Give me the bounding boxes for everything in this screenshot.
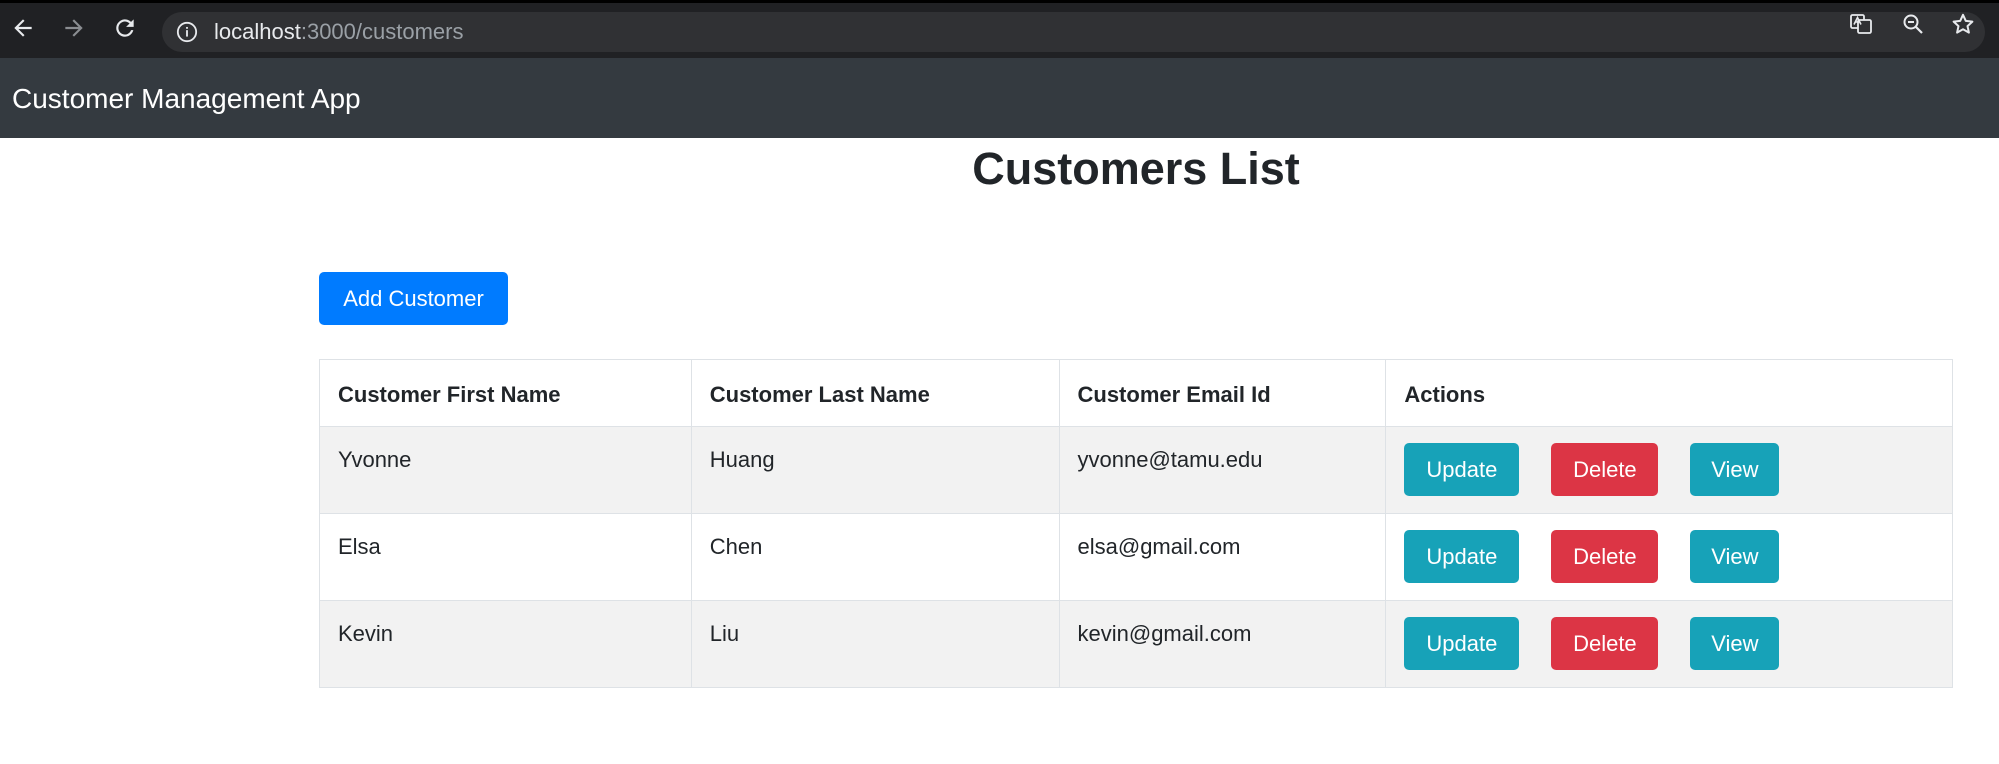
cell-email: yvonne@tamu.edu — [1058, 426, 1387, 514]
table-row: Elsa Chen elsa@gmail.com Update Delete Vie… — [319, 513, 1953, 601]
delete-button[interactable]: Delete — [1551, 443, 1659, 496]
update-button[interactable]: Update — [1404, 443, 1520, 496]
update-button[interactable]: Update — [1404, 530, 1520, 583]
update-button[interactable]: Update — [1404, 617, 1520, 670]
cell-last-name: Chen — [690, 513, 1060, 601]
view-button[interactable]: View — [1690, 530, 1780, 583]
address-bar[interactable]: localhost:3000/customers — [162, 12, 1985, 52]
forward-icon[interactable] — [59, 13, 89, 43]
table-header-row: Customer First Name Customer Last Name C… — [319, 359, 1953, 427]
translate-icon[interactable] — [1849, 12, 1873, 36]
app-navbar: Customer Management App — [0, 58, 1999, 138]
zoom-icon[interactable] — [1901, 12, 1925, 36]
cell-email: elsa@gmail.com — [1058, 513, 1387, 601]
table-row: Yvonne Huang yvonne@tamu.edu Update Delet… — [319, 426, 1953, 514]
cell-actions: Update Delete View — [1385, 426, 1953, 514]
header-actions: Actions — [1385, 359, 1953, 427]
navbar-brand[interactable]: Customer Management App — [12, 84, 361, 114]
url-text: localhost:3000/customers — [214, 21, 463, 43]
table-row: Kevin Liu kevin@gmail.com Update Delete Vi… — [319, 600, 1953, 688]
delete-button[interactable]: Delete — [1551, 530, 1659, 583]
back-icon[interactable] — [8, 13, 38, 43]
cell-first-name: Yvonne — [319, 426, 692, 514]
cell-email: kevin@gmail.com — [1058, 600, 1387, 688]
cell-last-name: Huang — [690, 426, 1060, 514]
reload-icon[interactable] — [110, 13, 140, 43]
add-customer-button[interactable]: Add Customer — [319, 272, 508, 325]
page-title: Customers List — [972, 143, 1300, 194]
url-path: :3000/customers — [300, 19, 464, 44]
header-first-name: Customer First Name — [319, 359, 692, 427]
customers-table: Customer First Name Customer Last Name C… — [319, 359, 1953, 688]
info-icon[interactable] — [176, 21, 198, 43]
header-email: Customer Email Id — [1058, 359, 1387, 427]
cell-last-name: Liu — [690, 600, 1060, 688]
view-button[interactable]: View — [1690, 443, 1780, 496]
browser-toolbar: localhost:3000/customers — [0, 0, 1999, 58]
view-button[interactable]: View — [1690, 617, 1780, 670]
star-icon[interactable] — [1951, 12, 1975, 36]
header-last-name: Customer Last Name — [690, 359, 1060, 427]
cell-actions: Update Delete View — [1385, 600, 1953, 688]
cell-first-name: Elsa — [319, 513, 692, 601]
cell-actions: Update Delete View — [1385, 513, 1953, 601]
delete-button[interactable]: Delete — [1551, 617, 1659, 670]
cell-first-name: Kevin — [319, 600, 692, 688]
url-host: localhost — [214, 19, 301, 44]
